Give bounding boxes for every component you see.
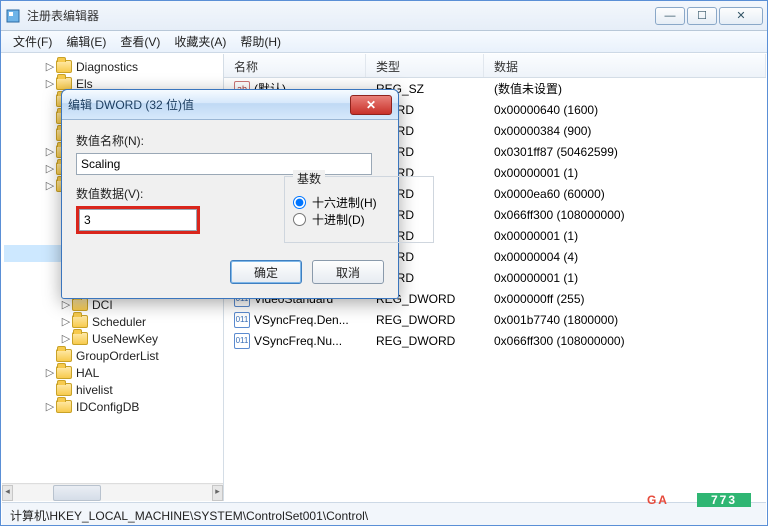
- value-name: VSyncFreq.Den...: [254, 313, 349, 327]
- menu-help[interactable]: 帮助(H): [234, 31, 287, 52]
- radio-hex-input[interactable]: [293, 196, 306, 209]
- value-data: 0x00000384 (900): [484, 124, 766, 138]
- base-fieldset: 基数 十六进制(H) 十进制(D): [284, 176, 434, 243]
- dialog-titlebar[interactable]: 编辑 DWORD (32 位)值 ✕: [62, 90, 398, 120]
- folder-icon: [56, 383, 72, 396]
- base-legend: 基数: [293, 170, 325, 187]
- value-data: 0x0301ff87 (50462599): [484, 145, 766, 159]
- value-name-label: 数值名称(N):: [76, 132, 384, 149]
- tree-node[interactable]: ▷ UseNewKey: [4, 330, 223, 347]
- tree-node[interactable]: ▷ Diagnostics: [4, 58, 223, 75]
- tree-label: IDConfigDB: [76, 400, 139, 414]
- value-data: 0x066ff300 (108000000): [484, 334, 766, 348]
- expand-icon[interactable]: ▷: [44, 366, 56, 379]
- tree-label: DCI: [92, 298, 113, 312]
- binary-value-icon: 011: [234, 312, 250, 328]
- expand-icon[interactable]: ▷: [44, 400, 56, 413]
- minimize-button[interactable]: —: [655, 7, 685, 25]
- menu-edit[interactable]: 编辑(E): [60, 31, 112, 52]
- value-data-highlight: [76, 206, 200, 234]
- dialog-title: 编辑 DWORD (32 位)值: [68, 96, 350, 113]
- value-data: 0x001b7740 (1800000): [484, 313, 766, 327]
- ok-button[interactable]: 确定: [230, 260, 302, 284]
- list-header[interactable]: 名称 类型 数据: [224, 54, 766, 78]
- titlebar: 注册表编辑器 — ☐ ✕: [1, 1, 767, 31]
- value-name: VSyncFreq.Nu...: [254, 334, 342, 348]
- folder-icon: [56, 60, 72, 73]
- menu-file[interactable]: 文件(F): [7, 31, 58, 52]
- value-type: REG_DWORD: [366, 334, 484, 348]
- expand-icon[interactable]: ▷: [60, 332, 72, 345]
- value-data: 0x00000640 (1600): [484, 103, 766, 117]
- edit-dword-dialog: 编辑 DWORD (32 位)值 ✕ 数值名称(N): 数值数据(V): 基数 …: [61, 89, 399, 299]
- scroll-track[interactable]: [13, 485, 212, 501]
- expand-icon[interactable]: ▷: [60, 298, 72, 311]
- folder-icon: [72, 332, 88, 345]
- tree-label: GroupOrderList: [76, 349, 159, 363]
- tree-hscrollbar[interactable]: ◂ ▸: [2, 483, 223, 501]
- tree-node[interactable]: GroupOrderList: [4, 347, 223, 364]
- binary-value-icon: 011: [234, 333, 250, 349]
- maximize-button[interactable]: ☐: [687, 7, 717, 25]
- tree-node[interactable]: ▷ IDConfigDB: [4, 398, 223, 415]
- watermark-b: 773: [697, 493, 751, 507]
- menu-view[interactable]: 查看(V): [114, 31, 166, 52]
- expand-icon[interactable]: ▷: [44, 60, 56, 73]
- dialog-close-button[interactable]: ✕: [350, 95, 392, 115]
- window-buttons: — ☐ ✕: [655, 7, 763, 25]
- folder-icon: [56, 366, 72, 379]
- window-title: 注册表编辑器: [27, 7, 655, 24]
- expand-icon[interactable]: ▷: [60, 315, 72, 328]
- value-data-input[interactable]: [79, 209, 197, 231]
- col-name[interactable]: 名称: [224, 54, 366, 77]
- value-data: 0x00000001 (1): [484, 271, 766, 285]
- value-data: 0x00000001 (1): [484, 166, 766, 180]
- tree-node[interactable]: ▷ HAL: [4, 364, 223, 381]
- cancel-button[interactable]: 取消: [312, 260, 384, 284]
- expand-icon[interactable]: ▷: [44, 179, 56, 192]
- folder-icon: [72, 315, 88, 328]
- close-button[interactable]: ✕: [719, 7, 763, 25]
- value-name-input[interactable]: [76, 153, 372, 175]
- expand-icon[interactable]: ▷: [44, 145, 56, 158]
- tree-label: Diagnostics: [76, 60, 138, 74]
- radio-dec[interactable]: 十进制(D): [293, 211, 425, 228]
- col-type[interactable]: 类型: [366, 54, 484, 77]
- value-data: (数值未设置): [484, 80, 766, 97]
- scroll-thumb[interactable]: [53, 485, 101, 501]
- tree-label: UseNewKey: [92, 332, 158, 346]
- list-row[interactable]: 011 VSyncFreq.Den... REG_DWORD0x001b7740 (…: [224, 309, 766, 330]
- folder-icon: [56, 349, 72, 362]
- value-data: 0x00000004 (4): [484, 250, 766, 264]
- expand-icon[interactable]: ▷: [44, 77, 56, 90]
- tree-node[interactable]: ▷ Scheduler: [4, 313, 223, 330]
- watermark: GA ME 773: [641, 493, 751, 507]
- tree-label: HAL: [76, 366, 99, 380]
- value-data: 0x0000ea60 (60000): [484, 187, 766, 201]
- menu-favorites[interactable]: 收藏夹(A): [168, 31, 232, 52]
- list-row[interactable]: 011 VSyncFreq.Nu... REG_DWORD0x066ff300 (1…: [224, 330, 766, 351]
- folder-icon: [56, 400, 72, 413]
- menubar: 文件(F) 编辑(E) 查看(V) 收藏夹(A) 帮助(H): [1, 31, 767, 53]
- scroll-left-icon[interactable]: ◂: [2, 485, 13, 501]
- value-data: 0x000000ff (255): [484, 292, 766, 306]
- watermark-a: GA: [641, 493, 675, 507]
- value-type: REG_DWORD: [366, 313, 484, 327]
- tree-label: hivelist: [76, 383, 113, 397]
- radio-dec-label: 十进制(D): [312, 211, 365, 228]
- expand-icon[interactable]: ▷: [44, 162, 56, 175]
- col-data[interactable]: 数据: [484, 54, 766, 77]
- tree-label: Scheduler: [92, 315, 146, 329]
- radio-hex-label: 十六进制(H): [312, 194, 377, 211]
- scroll-right-icon[interactable]: ▸: [212, 485, 223, 501]
- value-data: 0x066ff300 (108000000): [484, 208, 766, 222]
- radio-dec-input[interactable]: [293, 213, 306, 226]
- tree-node[interactable]: hivelist: [4, 381, 223, 398]
- app-icon: [5, 8, 21, 24]
- radio-hex[interactable]: 十六进制(H): [293, 194, 425, 211]
- value-data: 0x00000001 (1): [484, 229, 766, 243]
- folder-icon: [72, 298, 88, 311]
